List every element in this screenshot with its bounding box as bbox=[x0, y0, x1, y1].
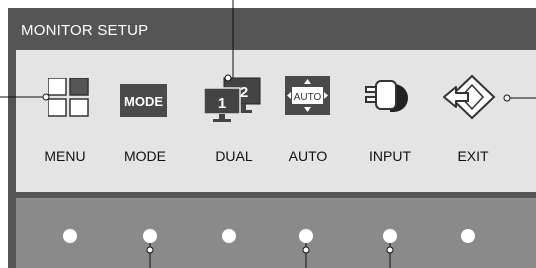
mode-button[interactable] bbox=[143, 229, 157, 243]
auto-button[interactable] bbox=[299, 229, 313, 243]
input-label: INPUT bbox=[369, 148, 411, 164]
dual-icon-text-1: 1 bbox=[218, 95, 226, 112]
mode-icon[interactable]: MODE bbox=[120, 84, 168, 118]
input-button[interactable] bbox=[383, 229, 397, 243]
osd-title: MONITOR SETUP bbox=[21, 22, 149, 39]
mode-icon-text: MODE bbox=[124, 94, 163, 109]
menu-button[interactable] bbox=[63, 229, 77, 243]
dual-button[interactable] bbox=[222, 229, 236, 243]
exit-label: EXIT bbox=[457, 148, 489, 164]
auto-adjust-icon[interactable]: AUTO bbox=[285, 76, 331, 116]
menu-grid-icon[interactable] bbox=[48, 78, 92, 118]
auto-icon-text: AUTO bbox=[294, 92, 322, 103]
dual-monitor-icon[interactable]: 2 1 bbox=[200, 72, 268, 124]
monitor-bezel bbox=[16, 198, 536, 268]
osd-panel bbox=[16, 50, 536, 192]
input-plug-icon[interactable] bbox=[362, 78, 414, 116]
dual-icon-text-2: 2 bbox=[240, 84, 248, 101]
auto-label: AUTO bbox=[288, 148, 328, 164]
menu-label: MENU bbox=[44, 148, 86, 164]
mode-label: MODE bbox=[124, 148, 166, 164]
exit-button[interactable] bbox=[461, 229, 475, 243]
dual-label: DUAL bbox=[215, 148, 253, 164]
exit-arrow-icon[interactable] bbox=[442, 74, 498, 120]
